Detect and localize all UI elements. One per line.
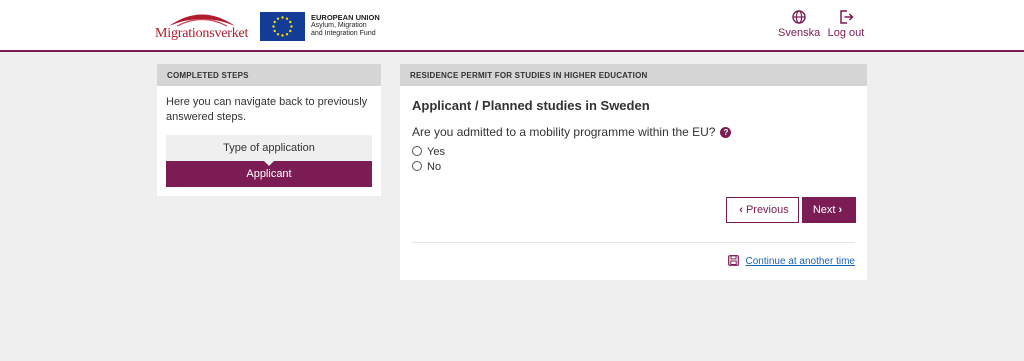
logo-arc-icon — [169, 14, 235, 27]
eu-line-3: and Integration Fund — [311, 30, 376, 37]
continue-later-label: Continue at another time — [745, 256, 855, 267]
step-applicant[interactable]: Applicant — [166, 160, 372, 187]
radio-button-yes[interactable] — [412, 146, 422, 156]
step-type-of-application[interactable]: Type of application — [166, 135, 372, 161]
eu-line-1: EUROPEAN UNION — [311, 13, 380, 22]
radio-option-yes[interactable]: Yes — [412, 146, 445, 158]
logo-text: Migrationsverket — [155, 26, 249, 41]
question-text: Are you admitted to a mobility programme… — [412, 125, 716, 139]
previous-button[interactable]: ‹ Previous — [726, 197, 799, 223]
logout-icon — [826, 10, 866, 27]
logout-label: Log out — [827, 27, 865, 39]
eu-line-2: Asylum, Migration — [311, 22, 367, 29]
divider — [412, 242, 855, 243]
eu-fund-text: EUROPEAN UNION Asylum, Migration and Int… — [311, 14, 380, 38]
site-header: Migrationsverket EUROPEAN UNION Asylum, … — [0, 0, 1024, 52]
radio-label-yes: Yes — [427, 146, 445, 158]
radio-option-no[interactable]: No — [412, 161, 441, 173]
application-form-panel: RESIDENCE PERMIT FOR STUDIES IN HIGHER E… — [400, 64, 867, 280]
radio-button-no[interactable] — [412, 161, 422, 171]
completed-steps-intro: Here you can navigate back to previously… — [166, 96, 368, 123]
language-label: Svenska — [778, 27, 821, 39]
next-button[interactable]: Next › — [802, 197, 856, 223]
save-icon — [728, 255, 740, 269]
mobility-question: Are you admitted to a mobility programme… — [412, 125, 732, 139]
help-icon[interactable]: ? — [720, 127, 732, 138]
chevron-right-icon: › — [838, 204, 843, 216]
completed-steps-panel: COMPLETED STEPS Here you can navigate ba… — [157, 64, 381, 196]
chevron-left-icon: ‹ — [739, 204, 743, 216]
next-label: Next — [812, 204, 836, 216]
logout-link[interactable]: Log out — [826, 10, 866, 39]
completed-steps-heading: COMPLETED STEPS — [157, 64, 381, 86]
language-switch[interactable]: Svenska — [778, 10, 820, 39]
continue-later-link[interactable]: Continue at another time — [728, 255, 855, 269]
eu-flag-icon — [260, 12, 305, 41]
previous-label: Previous — [745, 204, 789, 216]
globe-icon — [778, 10, 820, 27]
form-heading: RESIDENCE PERMIT FOR STUDIES IN HIGHER E… — [400, 64, 867, 86]
migrationsverket-logo[interactable]: Migrationsverket — [155, 9, 249, 43]
page-title: Applicant / Planned studies in Sweden — [412, 98, 650, 113]
radio-label-no: No — [427, 161, 442, 173]
